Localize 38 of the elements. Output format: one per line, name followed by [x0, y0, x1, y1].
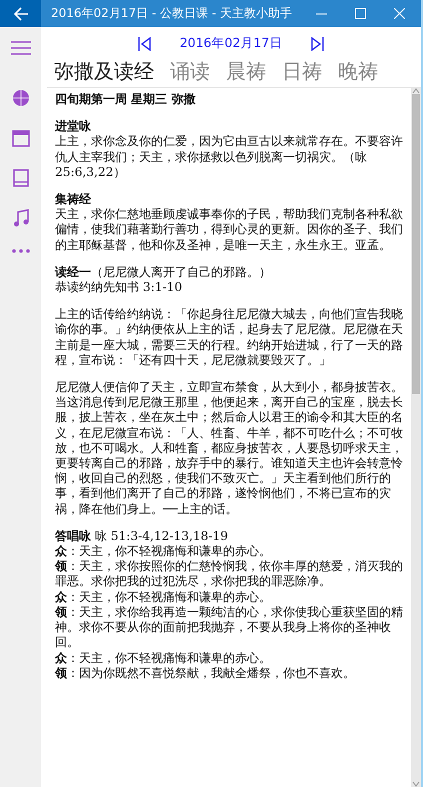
- paragraph: 众：天主，你不轻视痛悔和谦卑的赤心。: [55, 544, 272, 560]
- document-title: 四旬期第一周 星期三 弥撒: [55, 92, 196, 108]
- book-icon[interactable]: [12, 169, 28, 187]
- section-heading: 集祷经: [55, 192, 92, 208]
- date-label[interactable]: 2016年02月17日: [180, 35, 282, 52]
- scroll-down-icon[interactable]: [412, 781, 420, 787]
- window-title: 2016年02月17日 - 公教日课 - 天主教小助手: [51, 5, 293, 22]
- paragraph: 上主的话传给约纳说：「你起身往尼尼微大城去，向他们宣告我晓谕你的事。」约纳便依从上主的话，起身去了尼尼微。尼尼微在天主前是一座大城，需要三天的行程。约纳开始进城，行了一天的路程，宣布说：「还有四十天，尼尼微就要毁灭了。」: [55, 307, 403, 368]
- paragraph: 答唱咏 咏 51:3-4,12-13,18-19: [55, 528, 230, 544]
- paragraph: 众：天主，你不轻视痛悔和谦卑的赤心。: [55, 650, 272, 666]
- tab[interactable]: 晚祷: [338, 58, 378, 85]
- maximize-icon[interactable]: [355, 8, 366, 19]
- back-arrow-icon: [12, 6, 28, 20]
- section-heading: 进堂咏: [55, 119, 92, 134]
- paragraph: 上主，求你念及你的仁爱，因为它由亘古以来就常存在。不要容许仇人主宰我们；天主，求你拯救以色列脱离一切祸灾。（咏 25:6,3,22）: [55, 134, 403, 180]
- close-icon[interactable]: [394, 8, 405, 19]
- paragraph: 领：因为你既然不喜悦祭献，我献全燔祭，你也不喜欢。: [55, 666, 356, 681]
- more-icon[interactable]: [12, 249, 30, 253]
- paragraph: 恭读约纳先知书 3:1-10: [55, 280, 184, 296]
- tab[interactable]: 晨祷: [226, 58, 266, 85]
- last-page-icon[interactable]: [310, 36, 324, 50]
- globe-icon[interactable]: [12, 89, 30, 107]
- paragraph: 读经一（尼尼微人离开了自己的邪路。）: [55, 264, 272, 280]
- paragraph: 领：天主，求你按照你的仁慈怜悯我，依你丰厚的慈爱，消灭我的罪恶。求你把我的过犯洗尽，求你把我的罪恶除净。: [55, 559, 403, 590]
- back-button[interactable]: [0, 0, 41, 27]
- music-note-icon[interactable]: [12, 209, 28, 227]
- paragraph: 众：天主，你不轻视痛悔和谦卑的赤心。: [55, 590, 272, 605]
- scroll-up-icon[interactable]: [412, 88, 420, 94]
- paragraph: 尼尼微人便信仰了天主，立即宣布禁食，从大到小，都身披苦衣。当这消息传到尼尼微王那里，他便起来，离开自己的宝座，脱去长服，披上苦衣，坐在灰土中；然后命人以君王的谕令和其大臣的名义，在尼尼微宣布说：「人、牲畜、牛羊，都不可吃什么；不可牧放，也不可喝水。人和牲畜，都应身披苦衣，人要恳切呼求天主，更要转离自己的邪路，放弃手中的暴行。谁知道天主也许会转意怜悯，收回自己的烈怒，使我们不致灭亡。」天主看到他们所行的事，看到他们离开了自己的邪路，遂怜悯他们，不将已宣布的灾祸，降在他们身上。──上主的话。: [55, 380, 403, 517]
- tab[interactable]: 弥撒及读经: [54, 58, 154, 85]
- calendar-icon[interactable]: [12, 129, 30, 147]
- first-page-icon[interactable]: [138, 36, 152, 50]
- paragraph: 领：天主，求你给我再造一颗纯洁的心，求你使我心重获坚固的精神。求你不要从你的面前把我抛弃，不要从我身上将你的圣神收回。: [55, 604, 403, 650]
- paragraph: 天主，求你仁慈地垂顾虔诚事奉你的子民，帮助我们克制各种私欲偏情，使我们藉著勤行善功，得到心灵的更新。因你的圣子、我们的主耶稣基督，他和你及圣神，是唯一天主，永生永王。亚孟。: [55, 207, 403, 253]
- scrollbar[interactable]: [411, 88, 421, 787]
- menu-icon[interactable]: [10, 41, 30, 55]
- tab[interactable]: 诵读: [170, 58, 210, 85]
- tab[interactable]: 日祷: [282, 58, 322, 85]
